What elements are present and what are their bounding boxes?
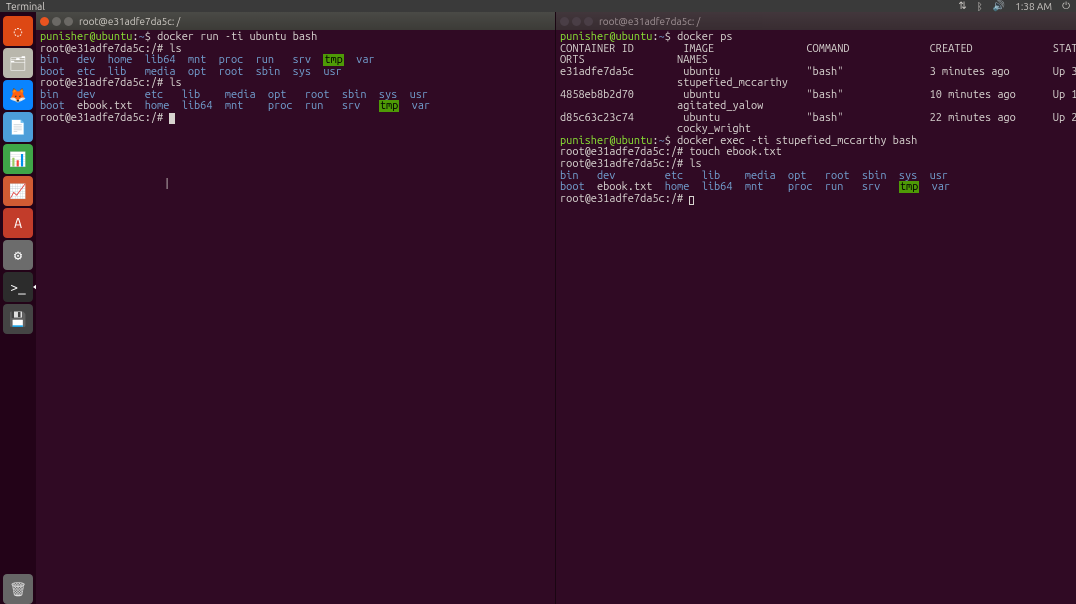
minimize-icon[interactable] bbox=[52, 17, 61, 26]
maximize-icon[interactable] bbox=[64, 17, 73, 26]
minimize-icon[interactable] bbox=[572, 17, 581, 26]
close-icon[interactable] bbox=[560, 17, 569, 26]
terminal-body-right[interactable]: punisher@ubuntu:~$ docker psCONTAINER ID… bbox=[556, 30, 1076, 604]
launcher-ubuntu-dash-icon[interactable]: ◌ bbox=[3, 16, 33, 46]
network-icon[interactable]: ⇅ bbox=[958, 0, 966, 12]
titlebar-left[interactable]: root@e31adfe7da5c: / bbox=[36, 12, 555, 30]
cursor-hollow bbox=[689, 196, 694, 205]
main-area: root@e31adfe7da5c: / punisher@ubuntu:~$ … bbox=[36, 12, 1076, 604]
launcher-fonts-icon[interactable]: A bbox=[3, 208, 33, 238]
launcher-settings-icon[interactable]: ⚙ bbox=[3, 240, 33, 270]
volume-icon[interactable]: 🔊 bbox=[993, 0, 1005, 12]
terminal-body-left[interactable]: punisher@ubuntu:~$ docker run -ti ubuntu… bbox=[36, 30, 555, 604]
launcher-files-icon[interactable]: 🗂 bbox=[3, 48, 33, 78]
clock[interactable]: 1:38 AM bbox=[1015, 1, 1052, 12]
bluetooth-icon[interactable]: ᛒ bbox=[977, 1, 983, 12]
launcher-firefox-icon[interactable]: 🦊 bbox=[3, 80, 33, 110]
launcher-save-icon[interactable]: 💾 bbox=[3, 304, 33, 334]
system-tray: ⇅ ᛒ 🔊 1:38 AM ⏻ bbox=[958, 0, 1070, 12]
launcher-calc-icon[interactable]: 📊 bbox=[3, 144, 33, 174]
terminal-window-right[interactable]: root@e31adfe7da5c: / punisher@ubuntu:~$ … bbox=[556, 12, 1076, 604]
terminal-window-left[interactable]: root@e31adfe7da5c: / punisher@ubuntu:~$ … bbox=[36, 12, 556, 604]
window-title-right: root@e31adfe7da5c: / bbox=[599, 16, 700, 27]
launcher-terminal-icon[interactable]: >_ bbox=[3, 272, 33, 302]
terminal-line: root@e31adfe7da5c:/# bbox=[40, 113, 551, 125]
window-title-left: root@e31adfe7da5c: / bbox=[79, 16, 180, 27]
launcher-trash-icon[interactable]: 🗑 bbox=[3, 574, 33, 604]
maximize-icon[interactable] bbox=[584, 17, 593, 26]
launcher-impress-icon[interactable]: 📈 bbox=[3, 176, 33, 206]
power-icon[interactable]: ⏻ bbox=[1062, 0, 1070, 12]
cursor-block bbox=[169, 113, 175, 124]
launcher: ◌🗂🦊📄📊📈A⚙>_💾 🗑 bbox=[0, 12, 36, 604]
terminal-line: root@e31adfe7da5c:/# bbox=[560, 194, 1072, 206]
launcher-writer-icon[interactable]: 📄 bbox=[3, 112, 33, 142]
top-panel: Terminal ⇅ ᛒ 🔊 1:38 AM ⏻ bbox=[0, 0, 1076, 12]
text-cursor: | bbox=[164, 178, 170, 190]
close-icon[interactable] bbox=[40, 17, 49, 26]
panel-title: Terminal bbox=[6, 1, 958, 12]
titlebar-right[interactable]: root@e31adfe7da5c: / bbox=[556, 12, 1076, 30]
